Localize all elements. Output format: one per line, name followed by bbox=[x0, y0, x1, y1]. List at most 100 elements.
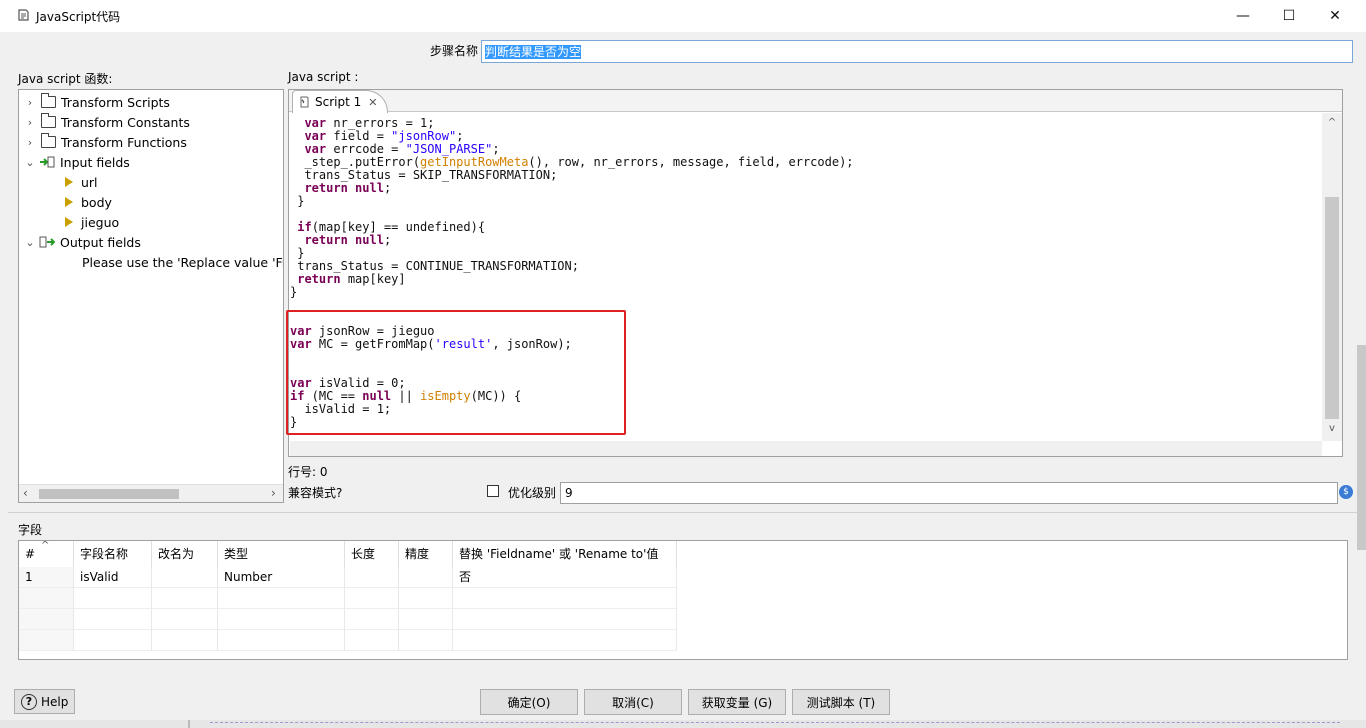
empty-cell[interactable] bbox=[218, 609, 345, 630]
scrollbar-thumb[interactable] bbox=[1325, 197, 1339, 419]
column-header-rename[interactable]: 改名为 bbox=[152, 541, 218, 567]
code-line: return null; bbox=[304, 233, 392, 247]
empty-cell[interactable] bbox=[218, 588, 345, 609]
chevron-right-icon[interactable]: › bbox=[23, 116, 37, 129]
tree-item-label: body bbox=[81, 194, 112, 210]
code-line: } bbox=[290, 285, 298, 299]
empty-cell[interactable] bbox=[152, 630, 218, 651]
empty-cell[interactable] bbox=[399, 609, 453, 630]
divider bbox=[188, 720, 190, 728]
window-scrollbar-thumb[interactable] bbox=[1357, 345, 1366, 550]
variable-icon[interactable]: $ bbox=[1339, 485, 1353, 499]
cell-length[interactable] bbox=[345, 567, 399, 588]
empty-cell[interactable] bbox=[453, 609, 677, 630]
empty-cell[interactable] bbox=[19, 630, 74, 651]
empty-cell[interactable] bbox=[74, 630, 152, 651]
folder-icon bbox=[41, 113, 56, 128]
empty-cell[interactable] bbox=[218, 630, 345, 651]
empty-cell[interactable] bbox=[152, 609, 218, 630]
step-name-input[interactable]: 判断结果是否为空 bbox=[481, 40, 1353, 63]
code-vertical-scrollbar[interactable]: ^ v bbox=[1322, 113, 1342, 441]
code-horizontal-scrollbar[interactable] bbox=[290, 441, 1322, 456]
chevron-down-icon[interactable]: ⌄ bbox=[23, 236, 37, 249]
scroll-right-icon[interactable]: › bbox=[271, 486, 276, 500]
tree-item-label: Please use the 'Replace value 'Fieldname… bbox=[82, 254, 283, 270]
ok-button[interactable]: 确定(O) bbox=[480, 689, 578, 715]
close-button[interactable]: ✕ bbox=[1312, 0, 1358, 32]
tree-item-label: jieguo bbox=[81, 214, 120, 230]
empty-cell[interactable] bbox=[345, 588, 399, 609]
get-variables-button[interactable]: 获取变量 (G) bbox=[688, 689, 786, 715]
tree-horizontal-scrollbar[interactable]: ‹ › bbox=[19, 484, 283, 502]
scroll-down-icon[interactable]: v bbox=[1322, 423, 1342, 434]
code-line: return null; bbox=[304, 181, 392, 195]
column-header-num[interactable]: # ^ bbox=[19, 541, 74, 567]
minimize-button[interactable]: — bbox=[1220, 0, 1266, 32]
input-fields-icon bbox=[40, 156, 55, 168]
scroll-up-icon[interactable]: ^ bbox=[1322, 117, 1342, 128]
functions-tree[interactable]: › Transform Scripts › Transform Constant… bbox=[18, 89, 284, 503]
cell-field-name[interactable]: isValid bbox=[74, 567, 152, 588]
tree-item-jieguo[interactable]: jieguo bbox=[65, 212, 119, 232]
code-line: return map[key] bbox=[297, 272, 406, 286]
tab-script-1[interactable]: Script 1 ✕ bbox=[292, 90, 388, 113]
help-icon: ? bbox=[21, 693, 37, 710]
empty-cell[interactable] bbox=[345, 630, 399, 651]
scroll-left-icon[interactable]: ‹ bbox=[23, 486, 28, 500]
close-icon[interactable]: ✕ bbox=[368, 96, 377, 109]
column-header-field-name[interactable]: 字段名称 bbox=[74, 541, 152, 567]
sort-icon: ^ bbox=[41, 540, 50, 551]
empty-cell[interactable] bbox=[19, 609, 74, 630]
tab-label: Script 1 bbox=[315, 95, 362, 109]
tree-item-transform-scripts[interactable]: › Transform Scripts bbox=[23, 92, 170, 112]
tree-item-url[interactable]: url bbox=[65, 172, 98, 192]
line-number-label: 行号: 0 bbox=[288, 465, 328, 479]
empty-cell[interactable] bbox=[19, 588, 74, 609]
script-icon bbox=[18, 9, 29, 21]
tree-item-transform-functions[interactable]: › Transform Functions bbox=[23, 132, 187, 152]
folder-icon bbox=[41, 93, 56, 108]
chevron-right-icon[interactable]: › bbox=[23, 136, 37, 149]
cell-replace[interactable]: 否 bbox=[453, 567, 677, 588]
tree-item-output-hint[interactable]: Please use the 'Replace value 'Fieldname… bbox=[82, 252, 283, 272]
cell-rename[interactable] bbox=[152, 567, 218, 588]
empty-cell[interactable] bbox=[74, 609, 152, 630]
window-title: JavaScript代码 bbox=[36, 10, 121, 24]
chevron-right-icon[interactable]: › bbox=[23, 96, 37, 109]
tree-item-output-fields[interactable]: ⌄ Output fields bbox=[23, 232, 141, 252]
cell-type[interactable]: Number bbox=[218, 567, 345, 588]
empty-cell[interactable] bbox=[399, 630, 453, 651]
tree-item-transform-constants[interactable]: › Transform Constants bbox=[23, 112, 190, 132]
empty-cell[interactable] bbox=[399, 588, 453, 609]
tree-item-label: Transform Functions bbox=[61, 134, 187, 150]
row-number[interactable]: 1 bbox=[19, 567, 74, 588]
optimization-checkbox[interactable] bbox=[487, 485, 499, 497]
test-script-button[interactable]: 测试脚本 (T) bbox=[792, 689, 890, 715]
column-header-precision[interactable]: 精度 bbox=[399, 541, 453, 567]
empty-cell[interactable] bbox=[74, 588, 152, 609]
empty-cell[interactable] bbox=[345, 609, 399, 630]
maximize-button[interactable]: ☐ bbox=[1266, 0, 1312, 32]
help-button[interactable]: ? Help bbox=[14, 689, 75, 714]
field-icon bbox=[65, 217, 73, 227]
tree-item-label: Input fields bbox=[60, 154, 130, 170]
column-header-length[interactable]: 长度 bbox=[345, 541, 399, 567]
functions-label: Java script 函数: bbox=[18, 72, 113, 86]
field-icon bbox=[65, 177, 73, 187]
tree-item-input-fields[interactable]: ⌄ Input fields bbox=[23, 152, 130, 172]
column-header-type[interactable]: 类型 bbox=[218, 541, 345, 567]
fields-table[interactable]: # ^ 字段名称 改名为 类型 长度 精度 替换 'Fieldname' 或 '… bbox=[18, 540, 1348, 660]
tree-item-label: Transform Scripts bbox=[61, 94, 170, 110]
chevron-down-icon[interactable]: ⌄ bbox=[23, 156, 37, 169]
column-header-replace[interactable]: 替换 'Fieldname' 或 'Rename to'值 bbox=[453, 541, 677, 567]
empty-cell[interactable] bbox=[453, 588, 677, 609]
tree-item-label: Output fields bbox=[60, 234, 141, 250]
scrollbar-thumb[interactable] bbox=[39, 489, 179, 499]
cell-precision[interactable] bbox=[399, 567, 453, 588]
cancel-button[interactable]: 取消(C) bbox=[584, 689, 682, 715]
optimization-level-input[interactable]: 9 bbox=[560, 482, 1338, 504]
empty-cell[interactable] bbox=[453, 630, 677, 651]
empty-cell[interactable] bbox=[152, 588, 218, 609]
field-icon bbox=[65, 197, 73, 207]
tree-item-body[interactable]: body bbox=[65, 192, 112, 212]
